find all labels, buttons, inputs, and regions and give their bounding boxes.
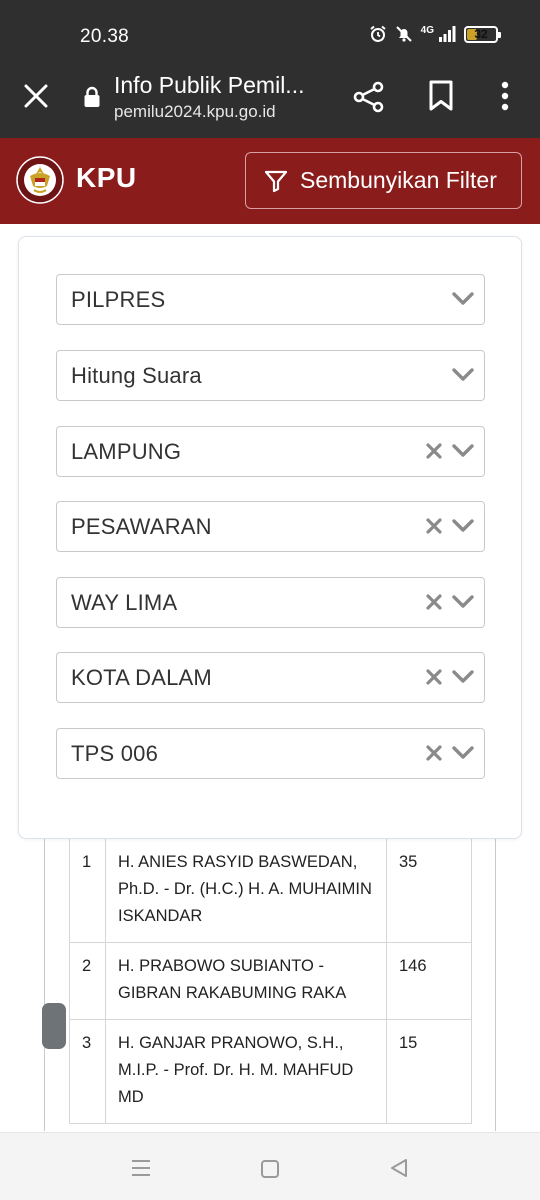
mute-notifications-icon [395,26,412,42]
status-time: 20.38 [80,26,130,47]
filter-select-3[interactable]: LAMPUNG [56,426,485,477]
alarm-icon [370,25,386,42]
chevron-down-icon[interactable] [452,289,474,309]
results-table: 1 H. ANIES RASYID BASWEDAN, Ph.D. - Dr. (… [69,839,472,1124]
recent-apps-icon[interactable] [131,1159,151,1177]
filter-select-5[interactable]: WAY LIMA [56,577,485,628]
clear-icon[interactable] [424,667,444,687]
vote-count: 35 [386,839,472,943]
scrollbar-thumb[interactable] [42,1003,66,1049]
filter-select-2[interactable]: Hitung Suara [56,350,485,401]
filter-select-6[interactable]: KOTA DALAM [56,652,485,703]
filter-select-4[interactable]: PESAWARAN [56,501,485,552]
candidate-name: H. PRABOWO SUBIANTO - GIBRAN RAKABUMING … [105,942,387,1020]
chevron-down-icon[interactable] [452,516,474,536]
candidate-number: 1 [69,839,106,943]
candidate-name: H. GANJAR PRANOWO, S.H., M.I.P. - Prof. … [105,1019,387,1124]
status-bar: 20.38 4G 32 [0,0,540,64]
clear-icon[interactable] [424,592,444,612]
table-row: 3 H. GANJAR PRANOWO, S.H., M.I.P. - Prof.… [69,1019,472,1124]
toggle-filter-button[interactable]: Sembunyikan Filter [245,152,522,209]
vote-count: 15 [386,1019,472,1124]
brand-name[interactable]: KPU [76,162,137,194]
vote-count: 146 [386,942,472,1020]
chevron-down-icon[interactable] [452,365,474,385]
lock-icon [84,86,100,107]
page-title[interactable]: Info Publik Pemil... [114,72,304,99]
chevron-down-icon[interactable] [452,592,474,612]
filter-select-value: PILPRES [71,287,166,312]
signal-icon [439,26,456,42]
back-icon[interactable] [389,1158,409,1178]
filter-select-value: PESAWARAN [71,514,212,539]
clear-icon[interactable] [424,516,444,536]
clear-icon[interactable] [424,441,444,461]
system-navigation-bar [0,1132,540,1200]
home-icon[interactable] [260,1159,280,1179]
table-row: 1 H. ANIES RASYID BASWEDAN, Ph.D. - Dr. (… [69,839,472,943]
more-vert-icon[interactable] [494,80,516,112]
battery-level: 32 [474,27,488,41]
results-table-container[interactable]: 1 H. ANIES RASYID BASWEDAN, Ph.D. - Dr. (… [44,839,496,1131]
table-row: 2 H. PRABOWO SUBIANTO - GIBRAN RAKABUMING… [69,942,472,1020]
filter-select-value: TPS 006 [71,741,159,766]
status-icons: 4G 32 [369,24,501,43]
filter-select-value: LAMPUNG [71,439,182,464]
filter-icon [264,170,288,192]
close-icon[interactable] [22,82,50,110]
chevron-down-icon[interactable] [452,667,474,687]
page-url[interactable]: pemilu2024.kpu.go.id [114,102,276,122]
battery-icon: 32 [464,25,501,43]
filter-panel: PILPRES Hitung Suara LAMPUNG PESAWARAN WAY L… [18,236,522,839]
site-header: KPU Sembunyikan Filter [0,138,540,224]
filter-select-value: KOTA DALAM [71,665,212,690]
filter-select-7[interactable]: TPS 006 [56,728,485,779]
candidate-name: H. ANIES RASYID BASWEDAN, Ph.D. - Dr. (H… [105,839,387,943]
bookmark-icon[interactable] [428,80,454,112]
filter-select-value: Hitung Suara [71,363,202,388]
browser-toolbar: Info Publik Pemil... pemilu2024.kpu.go.i… [0,64,540,138]
share-icon[interactable] [352,80,386,114]
filter-select-value: WAY LIMA [71,590,178,615]
filter-select-1[interactable]: PILPRES [56,274,485,325]
candidate-number: 2 [69,942,106,1020]
network-type: 4G [420,24,434,36]
candidate-number: 3 [69,1019,106,1124]
chevron-down-icon[interactable] [452,441,474,461]
clear-icon[interactable] [424,743,444,763]
filter-button-label: Sembunyikan Filter [300,167,497,193]
chevron-down-icon[interactable] [452,743,474,763]
kpu-logo-icon[interactable] [16,156,64,204]
